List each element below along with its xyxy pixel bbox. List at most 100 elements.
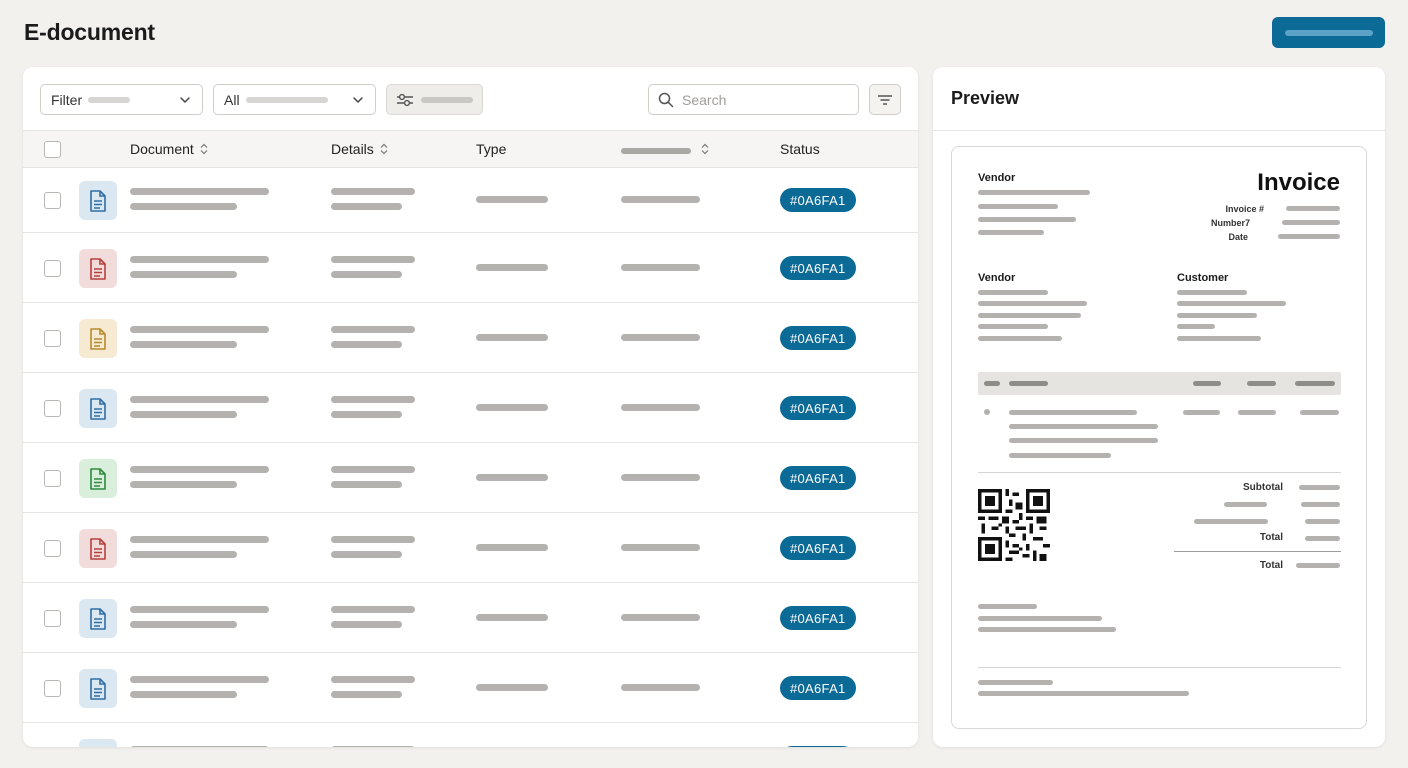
primary-action-button[interactable] <box>1272 17 1385 48</box>
type-placeholder <box>476 264 548 271</box>
value-placeholder <box>621 404 700 411</box>
status-badge: #0A6FA1 <box>780 466 856 490</box>
document-meta-placeholder <box>130 691 237 698</box>
details-placeholder <box>331 606 415 613</box>
column-document-label: Document <box>130 141 194 157</box>
document-meta-placeholder <box>130 481 237 488</box>
qr-code-icon <box>978 489 1050 561</box>
details-meta-placeholder <box>331 203 402 210</box>
row-checkbox[interactable] <box>44 400 61 417</box>
customer-label: Customer <box>1177 272 1229 284</box>
total-label: Total <box>1259 532 1283 543</box>
document-name-placeholder <box>130 606 269 613</box>
document-name-placeholder <box>130 536 269 543</box>
table-row[interactable]: #0A6FA1 <box>23 513 918 583</box>
column-details-label: Details <box>331 141 374 157</box>
status-badge: #0A6FA1 <box>780 326 856 350</box>
row-checkbox[interactable] <box>44 330 61 347</box>
details-meta-placeholder <box>331 481 402 488</box>
filter-dropdown[interactable]: Filter <box>40 84 203 115</box>
document-file-icon <box>79 181 117 220</box>
row-checkbox[interactable] <box>44 192 61 209</box>
page-title: E-document <box>24 19 155 45</box>
status-badge: #0A6FA1 <box>780 188 856 212</box>
row-checkbox[interactable] <box>44 610 61 627</box>
document-meta-placeholder <box>130 203 237 210</box>
table-row[interactable]: #0A6FA1 <box>23 373 918 443</box>
grand-total-label: Total <box>1259 560 1283 571</box>
search-icon <box>658 92 674 107</box>
scope-dropdown[interactable]: All <box>213 84 376 115</box>
invoice-heading: Invoice <box>1257 169 1340 196</box>
table-row[interactable]: #0A6FA1 <box>23 583 918 653</box>
details-placeholder <box>331 326 415 333</box>
table-row[interactable] <box>23 723 918 747</box>
row-checkbox[interactable] <box>44 540 61 557</box>
row-checkbox[interactable] <box>44 470 61 487</box>
row-checkbox[interactable] <box>44 260 61 277</box>
date-label: Date <box>1228 232 1248 242</box>
document-name-placeholder <box>130 466 269 473</box>
sort-icon <box>380 143 388 155</box>
search-box[interactable] <box>648 84 859 115</box>
column-document[interactable]: Document <box>130 141 208 157</box>
filter-lines-icon <box>878 94 892 105</box>
table-row[interactable]: #0A6FA1 <box>23 233 918 303</box>
document-file-icon <box>79 459 117 498</box>
column-type-label: Type <box>476 141 507 157</box>
column-status[interactable]: Status <box>780 141 820 157</box>
invoice-document: Vendor Invoice Invoice # Number7 Date Ve… <box>951 146 1367 729</box>
details-meta-placeholder <box>331 621 402 628</box>
document-name-placeholder <box>130 396 269 403</box>
value-placeholder <box>621 334 700 341</box>
type-placeholder <box>476 614 548 621</box>
sliders-icon <box>397 93 413 106</box>
value-placeholder <box>621 264 700 271</box>
column-details[interactable]: Details <box>331 141 388 157</box>
details-placeholder <box>331 256 415 263</box>
document-meta-placeholder <box>130 271 237 278</box>
type-placeholder <box>476 404 548 411</box>
value-placeholder <box>621 196 700 203</box>
filter-options-button[interactable] <box>869 84 901 115</box>
table-row[interactable]: #0A6FA1 <box>23 303 918 373</box>
document-file-icon <box>79 529 117 568</box>
document-file-icon <box>79 669 117 708</box>
document-file-icon <box>79 599 117 638</box>
document-meta-placeholder <box>130 341 237 348</box>
advanced-filter-button[interactable] <box>386 84 483 115</box>
column-placeholder[interactable] <box>621 143 709 155</box>
toolbar: Filter All <box>23 67 918 131</box>
sort-icon <box>701 143 709 155</box>
details-meta-placeholder <box>331 341 402 348</box>
details-meta-placeholder <box>331 411 402 418</box>
type-placeholder <box>476 544 548 551</box>
line-items-header <box>978 372 1341 395</box>
details-placeholder <box>331 466 415 473</box>
document-list-panel: Filter All Document <box>23 67 918 747</box>
document-name-placeholder <box>130 676 269 683</box>
details-placeholder <box>331 676 415 683</box>
select-all-checkbox[interactable] <box>44 141 61 158</box>
value-placeholder <box>621 684 700 691</box>
column-type[interactable]: Type <box>476 141 506 157</box>
row-checkbox[interactable] <box>44 680 61 697</box>
sort-icon <box>200 143 208 155</box>
table-row[interactable]: #0A6FA1 <box>23 653 918 723</box>
document-file-icon <box>79 739 117 747</box>
vendor-label: Vendor <box>978 272 1016 284</box>
scope-dropdown-label: All <box>224 91 240 108</box>
number-label: Number7 <box>1210 218 1250 228</box>
type-placeholder <box>476 684 548 691</box>
table-row[interactable]: #0A6FA1 <box>23 168 918 233</box>
table-header: Document Details Type Status <box>23 131 918 168</box>
status-badge: #0A6FA1 <box>780 256 856 280</box>
search-input[interactable] <box>682 91 832 108</box>
table-body: #0A6FA1 #0A6FA1 #0A6FA1 #0A6FA1 #0A6FA1 #0A6F… <box>23 168 918 747</box>
details-meta-placeholder <box>331 691 402 698</box>
table-row[interactable]: #0A6FA1 <box>23 443 918 513</box>
filter-dropdown-label: Filter <box>51 91 83 108</box>
value-placeholder <box>621 544 700 551</box>
document-name-placeholder <box>130 746 269 747</box>
column-status-label: Status <box>780 141 820 157</box>
